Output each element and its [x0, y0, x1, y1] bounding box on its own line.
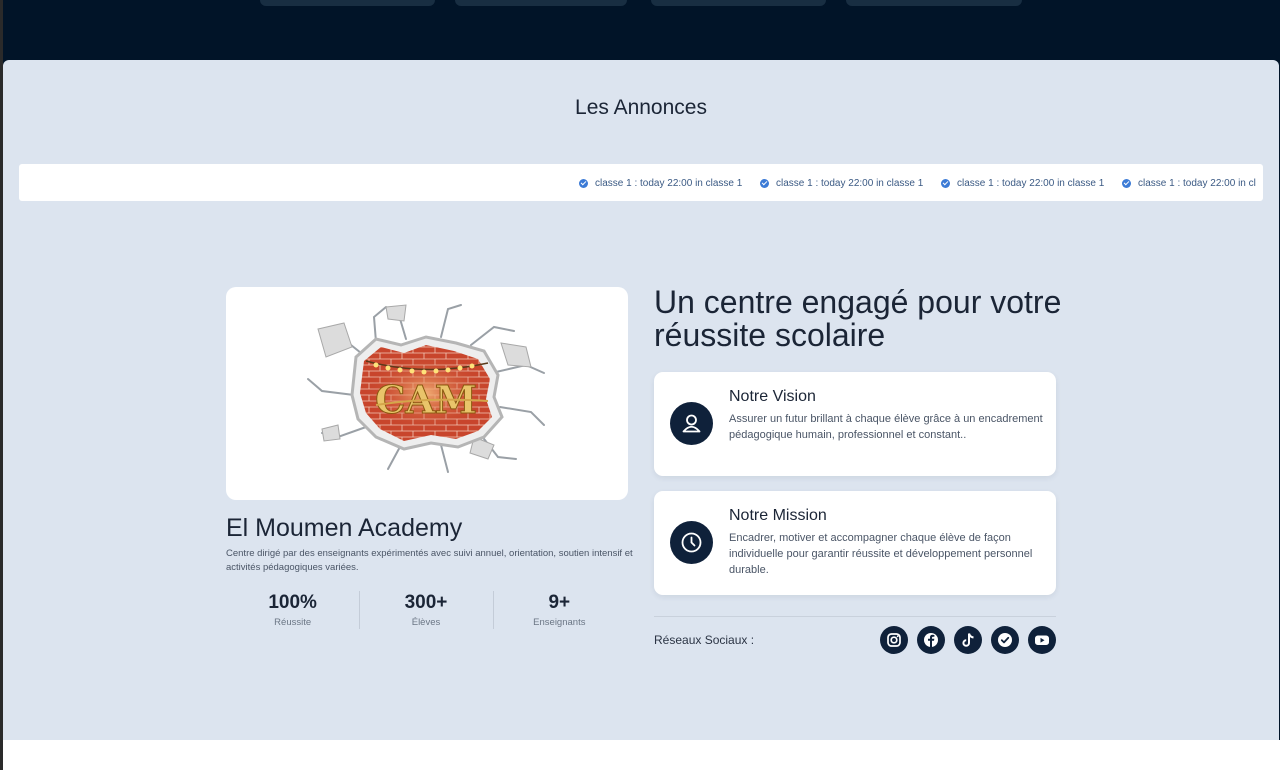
gallery-thumbnail[interactable]: [651, 0, 826, 6]
stat-value: 300+: [404, 592, 448, 613]
academy-name: El Moumen Academy: [226, 514, 463, 542]
stats-row: 100% Réussite 300+ Élèves 9+ Enseignants: [226, 591, 626, 631]
stat-teachers: 9+ Enseignants: [492, 591, 626, 631]
divider: [654, 616, 1056, 617]
mission-title: Notre Mission: [729, 507, 827, 524]
youtube-icon[interactable]: [1028, 626, 1056, 654]
check-circle-icon: [579, 178, 588, 188]
stat-success: 100% Réussite: [226, 591, 359, 631]
announcement-item[interactable]: classe 1 : today 22:00 in cl: [1122, 175, 1256, 191]
stat-label: Élèves: [411, 617, 441, 628]
academy-logo: CAM: [307, 304, 545, 473]
vision-text: Assurer un futur brillant à chaque élève…: [729, 413, 1043, 441]
clock-icon: [670, 521, 713, 564]
announcements-section: Les Annonces classe 1 : today 22:00 in c…: [3, 60, 1279, 202]
academy-logo-card: CAM: [226, 287, 628, 500]
gallery-thumbnail[interactable]: [846, 0, 1022, 6]
facebook-icon[interactable]: [917, 626, 945, 654]
announcements-ticker: classe 1 : today 22:00 in classe 1 class…: [19, 164, 1263, 201]
announcements-title: Les Annonces: [575, 96, 707, 119]
check-circle-icon: [1122, 178, 1131, 188]
next-section-edge: [3, 740, 1280, 770]
about-headline: Un centre engagé pour votre réussite sco…: [654, 284, 1062, 353]
mission-text: Encadrer, motiver et accompagner chaque …: [729, 532, 1033, 576]
announcement-text: classe 1 : today 22:00 in classe 1: [957, 177, 1105, 189]
announcement-item[interactable]: classe 1 : today 22:00 in classe 1: [579, 175, 742, 191]
instagram-icon[interactable]: [880, 626, 908, 654]
stat-label: Réussite: [274, 617, 312, 628]
academy-description: Centre dirigé par des enseignants expéri…: [226, 548, 633, 573]
gallery-thumbnail[interactable]: [455, 0, 627, 6]
user-icon: [670, 402, 713, 445]
check-circle-icon: [941, 178, 950, 188]
stat-value: 100%: [268, 592, 317, 613]
check-circle-icon: [760, 178, 769, 188]
verified-icon[interactable]: [991, 626, 1019, 654]
announcement-item[interactable]: classe 1 : today 22:00 in classe 1: [760, 175, 923, 191]
stat-value: 9+: [548, 592, 571, 613]
announcement-item[interactable]: classe 1 : today 22:00 in classe 1: [941, 175, 1104, 191]
top-gallery-band: [0, 0, 1280, 62]
announcement-text: classe 1 : today 22:00 in classe 1: [595, 177, 743, 189]
tiktok-icon[interactable]: [954, 626, 982, 654]
vision-title: Notre Vision: [729, 388, 816, 405]
social-label: Réseaux Sociaux :: [654, 633, 755, 647]
announcement-text: classe 1 : today 22:00 in classe 1: [776, 177, 924, 189]
announcement-text: classe 1 : today 22:00 in cl: [1138, 177, 1256, 189]
vision-card: Notre Vision Assurer un futur brillant à…: [654, 372, 1056, 476]
gallery-thumbnail[interactable]: [260, 0, 435, 6]
about-section: CAM El Moumen Academy Centre dirigé par …: [3, 202, 1279, 740]
stat-students: 300+ Élèves: [359, 591, 492, 631]
stat-label: Enseignants: [533, 617, 586, 628]
mission-card: Notre Mission Encadrer, motiver et accom…: [654, 491, 1056, 595]
